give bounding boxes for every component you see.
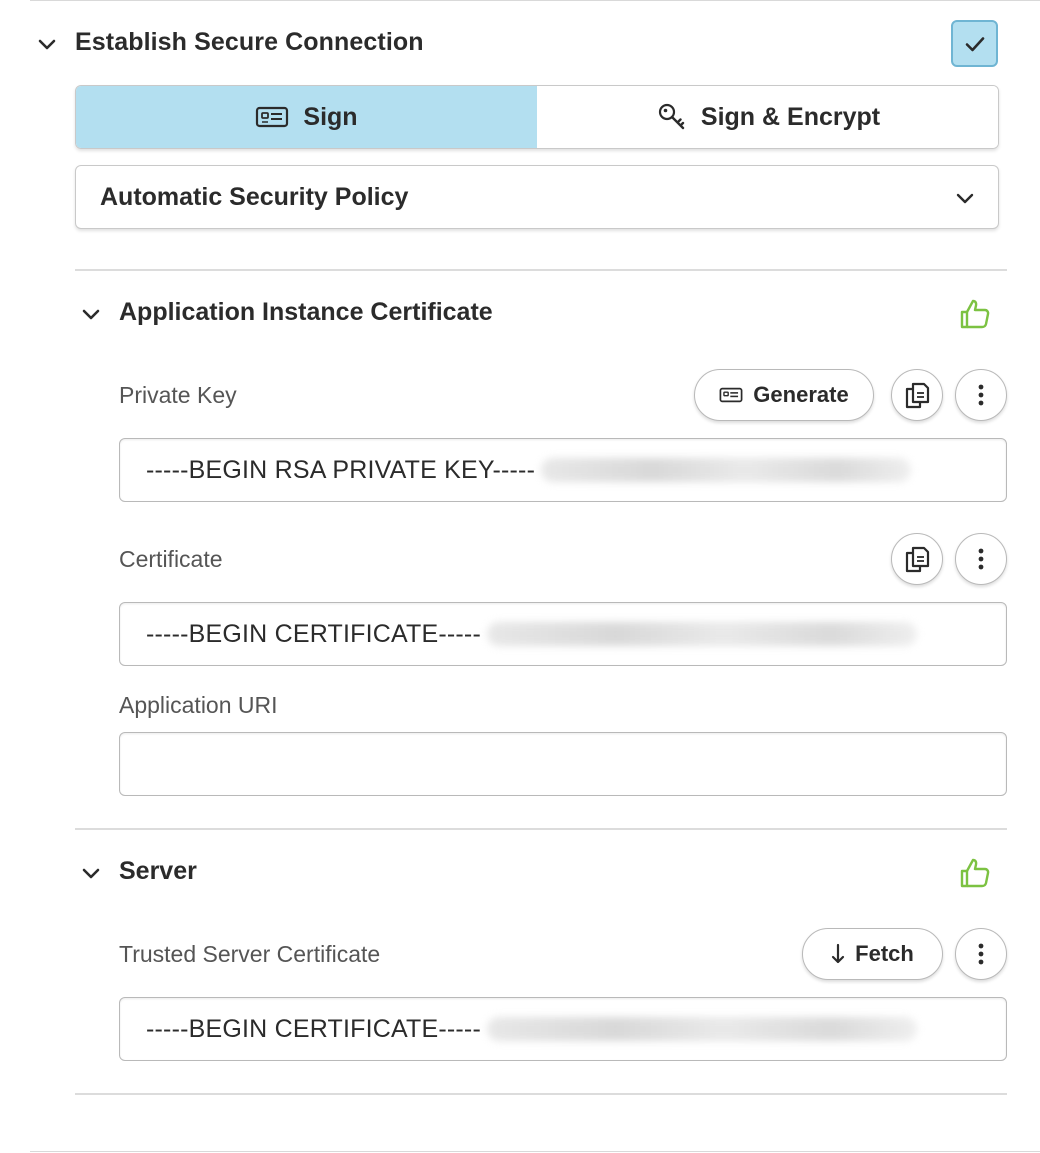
sign-mode-button[interactable]: Sign	[76, 86, 537, 148]
more-vertical-icon	[978, 548, 984, 570]
section-title: Establish Secure Connection	[75, 28, 424, 56]
more-vertical-icon	[978, 943, 984, 965]
id-card-icon	[719, 387, 743, 403]
fetch-button[interactable]: Fetch	[802, 928, 943, 980]
app-cert-title: Application Instance Certificate	[119, 298, 493, 326]
private-key-more-button[interactable]	[955, 369, 1007, 421]
copy-certificate-button[interactable]	[891, 533, 943, 585]
enable-checkbox[interactable]	[951, 20, 998, 67]
redacted-content	[486, 622, 917, 646]
private-key-label: Private Key	[119, 382, 237, 408]
trusted-server-certificate-label: Trusted Server Certificate	[119, 941, 381, 967]
top-border	[30, 0, 1040, 1]
divider	[75, 828, 1007, 830]
certificate-value: -----BEGIN CERTIFICATE-----	[146, 619, 481, 648]
check-icon	[965, 36, 984, 51]
copy-icon	[905, 382, 930, 409]
sign-encrypt-mode-button[interactable]: Sign & Encrypt	[537, 86, 998, 148]
app-cert-collapse-chevron-icon[interactable]	[80, 303, 102, 325]
sign-encrypt-mode-label: Sign & Encrypt	[700, 102, 881, 131]
divider	[75, 1093, 1007, 1095]
chevron-down-icon	[956, 193, 974, 204]
application-uri-input[interactable]	[119, 732, 1007, 796]
key-icon	[658, 103, 685, 130]
trusted-server-certificate-field[interactable]: -----BEGIN CERTIFICATE-----	[119, 997, 1007, 1061]
more-vertical-icon	[978, 384, 984, 406]
security-policy-select[interactable]: Automatic Security Policy	[75, 165, 999, 229]
private-key-field[interactable]: -----BEGIN RSA PRIVATE KEY-----	[119, 438, 1007, 502]
fetch-button-label: Fetch	[855, 941, 914, 966]
bottom-border	[30, 1151, 1040, 1152]
copy-private-key-button[interactable]	[891, 369, 943, 421]
certificate-label: Certificate	[119, 546, 223, 572]
security-policy-value: Automatic Security Policy	[100, 182, 409, 211]
collapse-chevron-icon[interactable]	[36, 33, 58, 55]
generate-button-label: Generate	[753, 382, 849, 407]
certificate-more-button[interactable]	[955, 533, 1007, 585]
application-uri-label: Application URI	[119, 692, 278, 718]
id-card-icon	[256, 106, 289, 128]
redacted-content	[486, 1017, 917, 1041]
server-title: Server	[119, 857, 197, 885]
private-key-value: -----BEGIN RSA PRIVATE KEY-----	[146, 455, 536, 484]
trusted-server-certificate-value: -----BEGIN CERTIFICATE-----	[146, 1014, 481, 1043]
sign-mode-label: Sign	[303, 102, 358, 131]
security-mode-toggle: Sign Sign & Encrypt	[75, 85, 999, 149]
server-collapse-chevron-icon[interactable]	[80, 862, 102, 884]
arrow-down-icon	[832, 943, 845, 964]
divider	[75, 269, 1007, 271]
thumbs-up-icon	[958, 856, 992, 890]
redacted-content	[541, 458, 912, 482]
trusted-certificate-more-button[interactable]	[955, 928, 1007, 980]
generate-button[interactable]: Generate	[694, 369, 874, 421]
copy-icon	[905, 546, 930, 573]
certificate-field[interactable]: -----BEGIN CERTIFICATE-----	[119, 602, 1007, 666]
thumbs-up-icon	[958, 297, 992, 331]
